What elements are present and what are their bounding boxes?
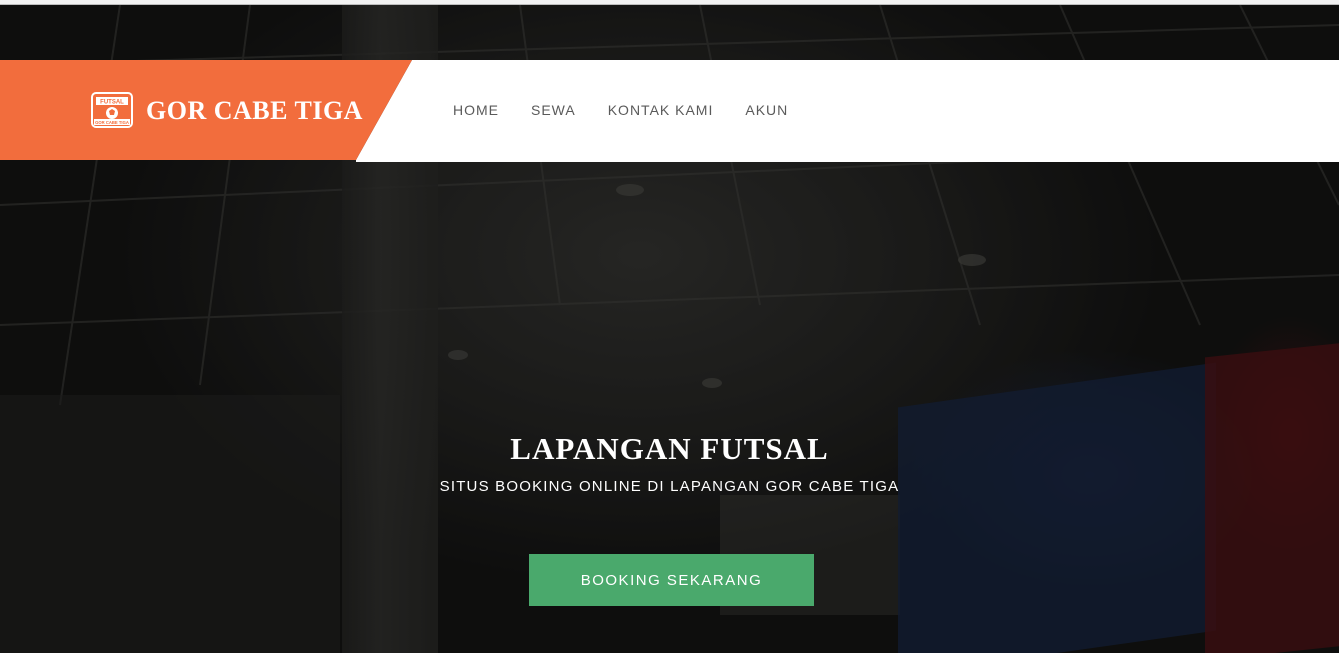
futsal-logo-icon: FUTSAL GOR CABE TIGA (91, 92, 133, 128)
nav-item-kontak-kami[interactable]: KONTAK KAMI (608, 102, 714, 118)
booking-now-button[interactable]: BOOKING SEKARANG (529, 554, 814, 606)
svg-text:GOR CABE TIGA: GOR CABE TIGA (95, 120, 129, 125)
brand-name[interactable]: GOR CABE TIGA (146, 96, 363, 126)
nav-item-akun[interactable]: AKUN (745, 102, 788, 118)
hero-subtitle: SITUS BOOKING ONLINE DI LAPANGAN GOR CAB… (439, 478, 900, 495)
navbar-underline (356, 160, 1339, 162)
main-nav: HOME SEWA KONTAK KAMI AKUN (453, 102, 820, 118)
nav-item-home[interactable]: HOME (453, 102, 499, 118)
svg-text:FUTSAL: FUTSAL (100, 100, 124, 106)
nav-item-sewa[interactable]: SEWA (531, 102, 576, 118)
brand-block[interactable]: FUTSAL GOR CABE TIGA GOR CABE TIGA (0, 60, 412, 160)
hero-title: LAPANGAN FUTSAL (510, 431, 829, 466)
top-border (0, 0, 1339, 5)
